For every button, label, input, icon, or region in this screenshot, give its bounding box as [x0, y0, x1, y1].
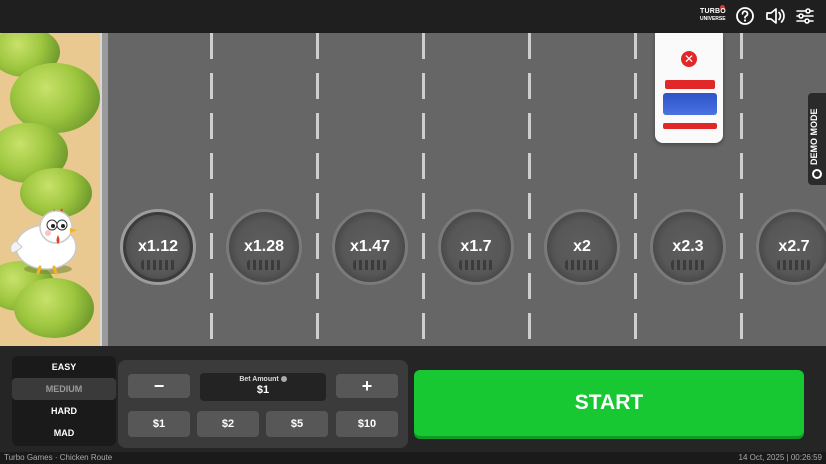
- settings-sliders-icon[interactable]: [794, 5, 816, 27]
- demo-mode-icon: [812, 169, 822, 179]
- manhole-lane-7[interactable]: x2.7: [756, 209, 826, 285]
- ambulance-stripe: [665, 80, 715, 89]
- footer-bar: Turbo Games · Chicken Route 14 Oct, 2025…: [0, 452, 826, 464]
- info-icon[interactable]: [280, 376, 287, 383]
- bet-amount-label: Bet Amount: [239, 376, 279, 383]
- lane-divider: [210, 33, 213, 346]
- manhole-lane-2[interactable]: x1.28: [226, 209, 302, 285]
- multiplier-label: x1.7: [460, 238, 492, 255]
- bush: [14, 278, 94, 338]
- increase-bet-button[interactable]: +: [336, 374, 398, 398]
- difficulty-selector: EASY MEDIUM HARD MAD: [12, 356, 116, 446]
- logo-line1: TURBO: [700, 8, 726, 15]
- logo-line2: UNIVERSE: [700, 16, 726, 22]
- start-button[interactable]: START: [414, 370, 804, 436]
- lane-divider: [316, 33, 319, 346]
- multiplier-label: x2: [573, 238, 591, 255]
- medical-cross-icon: ✕: [681, 51, 697, 67]
- difficulty-medium[interactable]: MEDIUM: [12, 378, 116, 400]
- chicken-icon: [10, 208, 77, 275]
- game-board: x1.12 x1.28 x1.47 x1.7 x2 x2.3 x2.7 ✕ DE…: [0, 33, 826, 346]
- multiplier-label: x1.47: [349, 238, 391, 255]
- manhole-lane-6[interactable]: x2.3: [650, 209, 726, 285]
- bet-amount-display: Bet Amount $1: [200, 373, 326, 401]
- multiplier-label: x2.7: [778, 238, 810, 255]
- footer-datetime: 14 Oct, 2025 | 00:26:59: [738, 453, 822, 462]
- control-panel: EASY MEDIUM HARD MAD − Bet Amount $1 + $…: [0, 346, 826, 452]
- preset-bet-2-button[interactable]: $2: [197, 411, 259, 437]
- turbo-universe-logo: TURBO UNIVERSE: [700, 5, 726, 27]
- preset-bet-1-button[interactable]: $1: [128, 411, 190, 437]
- ambulance-vehicle: ✕: [655, 33, 723, 143]
- top-bar: TURBO UNIVERSE: [0, 0, 826, 32]
- help-icon[interactable]: [734, 5, 756, 27]
- bet-amount-value: $1: [256, 384, 270, 396]
- lane-divider: [634, 33, 637, 346]
- curb: [100, 33, 108, 346]
- bet-controls: − Bet Amount $1 + $1 $2 $5 $10: [118, 360, 408, 448]
- lane-divider: [528, 33, 531, 346]
- multiplier-label: x2.3: [672, 238, 704, 255]
- top-icons: TURBO UNIVERSE: [700, 5, 816, 27]
- lane-divider: [422, 33, 425, 346]
- difficulty-mad[interactable]: MAD: [12, 422, 116, 444]
- multiplier-label: x1.28: [243, 238, 285, 255]
- difficulty-hard[interactable]: HARD: [12, 400, 116, 422]
- demo-mode-tab: DEMO MODE: [808, 93, 826, 185]
- decrease-bet-button[interactable]: −: [128, 374, 190, 398]
- manhole-lane-4[interactable]: x1.7: [438, 209, 514, 285]
- bet-amount-label-row: Bet Amount: [200, 376, 326, 383]
- preset-bet-10-button[interactable]: $10: [336, 411, 398, 437]
- preset-bet-5-button[interactable]: $5: [266, 411, 328, 437]
- lane-divider: [740, 33, 743, 346]
- manhole-lane-1[interactable]: x1.12: [120, 209, 196, 285]
- footer-game-title: Turbo Games · Chicken Route: [4, 453, 113, 462]
- sound-icon[interactable]: [764, 5, 786, 27]
- ambulance-windshield: [663, 93, 717, 115]
- manhole-lane-3[interactable]: x1.47: [332, 209, 408, 285]
- multiplier-label: x1.12: [137, 238, 179, 255]
- manhole-lane-5[interactable]: x2: [544, 209, 620, 285]
- difficulty-easy[interactable]: EASY: [12, 356, 116, 378]
- demo-mode-label: DEMO MODE: [809, 108, 819, 165]
- ambulance-bumper: [663, 123, 717, 129]
